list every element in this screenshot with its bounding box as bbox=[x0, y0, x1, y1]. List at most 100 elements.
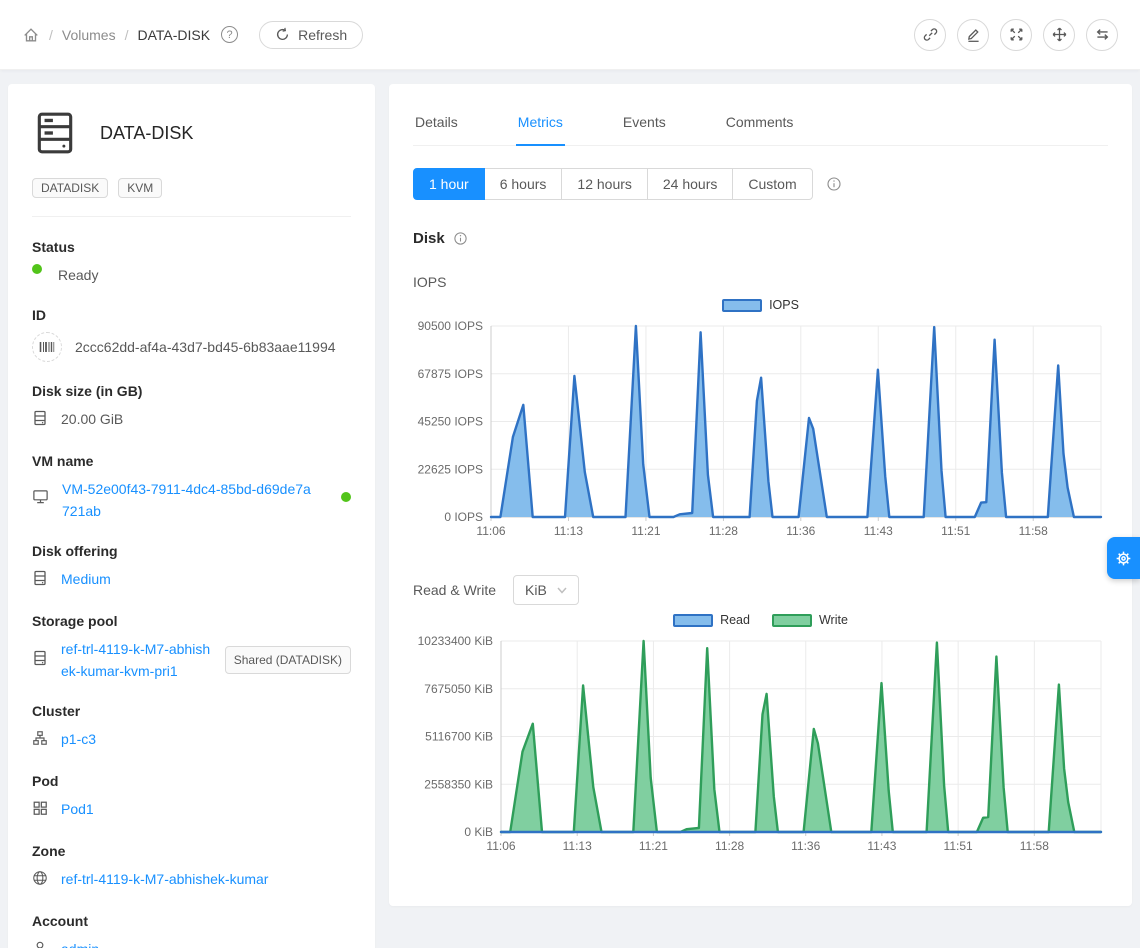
svg-text:11:21: 11:21 bbox=[631, 524, 660, 538]
status-label: Status bbox=[32, 239, 351, 255]
tab-metrics[interactable]: Metrics bbox=[516, 98, 565, 146]
range-1-hour-button[interactable]: 1 hour bbox=[413, 168, 485, 200]
account-label: Account bbox=[32, 913, 351, 929]
disk-offering-section: Disk offering Medium bbox=[32, 543, 351, 592]
vm-name-section: VM name VM-52e00f43-7911-4dc4-85bd-d69de… bbox=[32, 453, 351, 522]
range-6-hours-button[interactable]: 6 hours bbox=[484, 168, 563, 200]
content-area: DATA-DISK DATADISK KVM Status Ready ID bbox=[0, 70, 1140, 948]
range-12-hours-button[interactable]: 12 hours bbox=[561, 168, 647, 200]
edit-volume-button[interactable] bbox=[957, 19, 989, 51]
chevron-down-icon bbox=[557, 587, 567, 594]
range-24-hours-button[interactable]: 24 hours bbox=[647, 168, 733, 200]
write-legend-swatch bbox=[772, 614, 812, 627]
read-write-header: Read & Write KiB bbox=[413, 575, 1108, 605]
barcode-icon bbox=[32, 332, 62, 362]
read-legend-label: Read bbox=[720, 613, 750, 627]
move-volume-button[interactable] bbox=[1043, 19, 1075, 51]
time-range-group: 1 hour 6 hours 12 hours 24 hours Custom bbox=[413, 168, 813, 200]
id-label: ID bbox=[32, 307, 351, 323]
vm-state-dot bbox=[341, 492, 351, 502]
breadcrumb-volumes[interactable]: Volumes bbox=[62, 27, 116, 43]
cluster-icon bbox=[32, 730, 48, 752]
help-question-icon[interactable]: ? bbox=[221, 26, 238, 43]
account-link[interactable]: admin bbox=[61, 938, 99, 948]
refresh-button[interactable]: Refresh bbox=[259, 21, 363, 49]
resource-tags: DATADISK KVM bbox=[32, 178, 351, 198]
read-legend-swatch bbox=[673, 614, 713, 627]
range-info-icon[interactable] bbox=[826, 176, 842, 192]
resize-icon bbox=[1008, 26, 1025, 43]
storage-pool-link[interactable]: ref-trl-4119-k-M7-abhishek-kumar-kvm-pri… bbox=[61, 638, 212, 682]
pod-link[interactable]: Pod1 bbox=[61, 798, 94, 820]
iops-chart-title: IOPS bbox=[413, 274, 1108, 290]
svg-text:11:28: 11:28 bbox=[709, 524, 738, 538]
svg-text:11:51: 11:51 bbox=[941, 524, 970, 538]
disk-offering-link[interactable]: Medium bbox=[61, 568, 111, 590]
tag-kvm: KVM bbox=[118, 178, 162, 198]
id-section: ID 2ccc62dd-af4a-43d7-bd45-6b83aae11994 bbox=[32, 307, 351, 362]
range-custom-button[interactable]: Custom bbox=[732, 168, 812, 200]
svg-text:7675050 KiB: 7675050 KiB bbox=[424, 682, 493, 696]
storage-pool-label: Storage pool bbox=[32, 613, 351, 629]
disk-size-section: Disk size (in GB) 20.00 GiB bbox=[32, 383, 351, 432]
iops-legend: IOPS bbox=[413, 298, 1108, 312]
vm-monitor-icon bbox=[32, 488, 49, 511]
legend-item-write[interactable]: Write bbox=[772, 613, 848, 627]
header-bar: / Volumes / DATA-DISK ? Refresh bbox=[0, 0, 1140, 70]
storage-pool-section: Storage pool ref-trl-4119-k-M7-abhishek-… bbox=[32, 613, 351, 682]
divider bbox=[32, 216, 351, 217]
tab-events[interactable]: Events bbox=[621, 98, 668, 145]
attach-volume-button[interactable] bbox=[914, 19, 946, 51]
svg-text:11:13: 11:13 bbox=[554, 524, 583, 538]
volume-icon bbox=[32, 110, 78, 156]
svg-text:45250 IOPS: 45250 IOPS bbox=[418, 415, 483, 429]
unit-select-value: KiB bbox=[525, 582, 547, 598]
link-icon bbox=[922, 26, 939, 43]
storage-pool-icon bbox=[32, 650, 48, 672]
svg-text:11:21: 11:21 bbox=[639, 839, 668, 853]
refresh-icon bbox=[275, 27, 290, 42]
settings-fab-button[interactable] bbox=[1107, 537, 1140, 579]
unit-select[interactable]: KiB bbox=[513, 575, 579, 605]
cluster-link[interactable]: p1-c3 bbox=[61, 728, 96, 750]
edit-icon bbox=[965, 26, 982, 43]
volume-id-value: 2ccc62dd-af4a-43d7-bd45-6b83aae11994 bbox=[75, 336, 336, 358]
svg-text:11:28: 11:28 bbox=[715, 839, 744, 853]
svg-text:11:36: 11:36 bbox=[791, 839, 820, 853]
home-icon[interactable] bbox=[22, 26, 40, 44]
tab-details[interactable]: Details bbox=[413, 98, 460, 145]
iops-chart: 11:0611:1311:2111:2811:3611:4311:5111:58… bbox=[413, 314, 1108, 549]
disk-info-icon[interactable] bbox=[453, 231, 468, 246]
legend-item-read[interactable]: Read bbox=[673, 613, 750, 627]
svg-text:0 KiB: 0 KiB bbox=[464, 825, 493, 839]
metrics-panel: Details Metrics Events Comments 1 hour 6… bbox=[389, 84, 1132, 906]
pod-section: Pod Pod1 bbox=[32, 773, 351, 822]
account-section: Account admin bbox=[32, 913, 351, 948]
pod-grid-icon bbox=[32, 800, 48, 822]
disk-section-header: Disk bbox=[413, 230, 1108, 247]
read-write-title: Read & Write bbox=[413, 582, 496, 598]
resize-volume-button[interactable] bbox=[1000, 19, 1032, 51]
svg-text:67875 IOPS: 67875 IOPS bbox=[418, 367, 483, 381]
svg-text:2558350 KiB: 2558350 KiB bbox=[424, 777, 493, 791]
cluster-label: Cluster bbox=[32, 703, 351, 719]
svg-text:22625 IOPS: 22625 IOPS bbox=[418, 462, 483, 476]
breadcrumb-separator: / bbox=[49, 27, 53, 43]
storage-pool-badge: Shared (DATADISK) bbox=[225, 646, 351, 674]
iops-legend-label: IOPS bbox=[769, 298, 799, 312]
zone-link[interactable]: ref-trl-4119-k-M7-abhishek-kumar bbox=[61, 868, 268, 890]
status-value: Ready bbox=[58, 264, 98, 286]
breadcrumb-current: DATA-DISK bbox=[137, 27, 210, 43]
header-actions bbox=[914, 19, 1118, 51]
svg-text:11:51: 11:51 bbox=[944, 839, 973, 853]
breadcrumb: / Volumes / DATA-DISK ? Refresh bbox=[22, 21, 363, 49]
pod-label: Pod bbox=[32, 773, 351, 789]
migrate-volume-button[interactable] bbox=[1086, 19, 1118, 51]
vm-name-link[interactable]: VM-52e00f43-7911-4dc4-85bd-d69de7a721ab bbox=[62, 478, 314, 522]
legend-item-iops[interactable]: IOPS bbox=[722, 298, 799, 312]
disk-section-title: Disk bbox=[413, 230, 445, 247]
read-write-area-chart: 11:0611:1311:2111:2811:3611:4311:5111:58… bbox=[413, 629, 1108, 861]
tab-comments[interactable]: Comments bbox=[724, 98, 796, 145]
svg-text:11:58: 11:58 bbox=[1019, 524, 1048, 538]
disk-offering-label: Disk offering bbox=[32, 543, 351, 559]
